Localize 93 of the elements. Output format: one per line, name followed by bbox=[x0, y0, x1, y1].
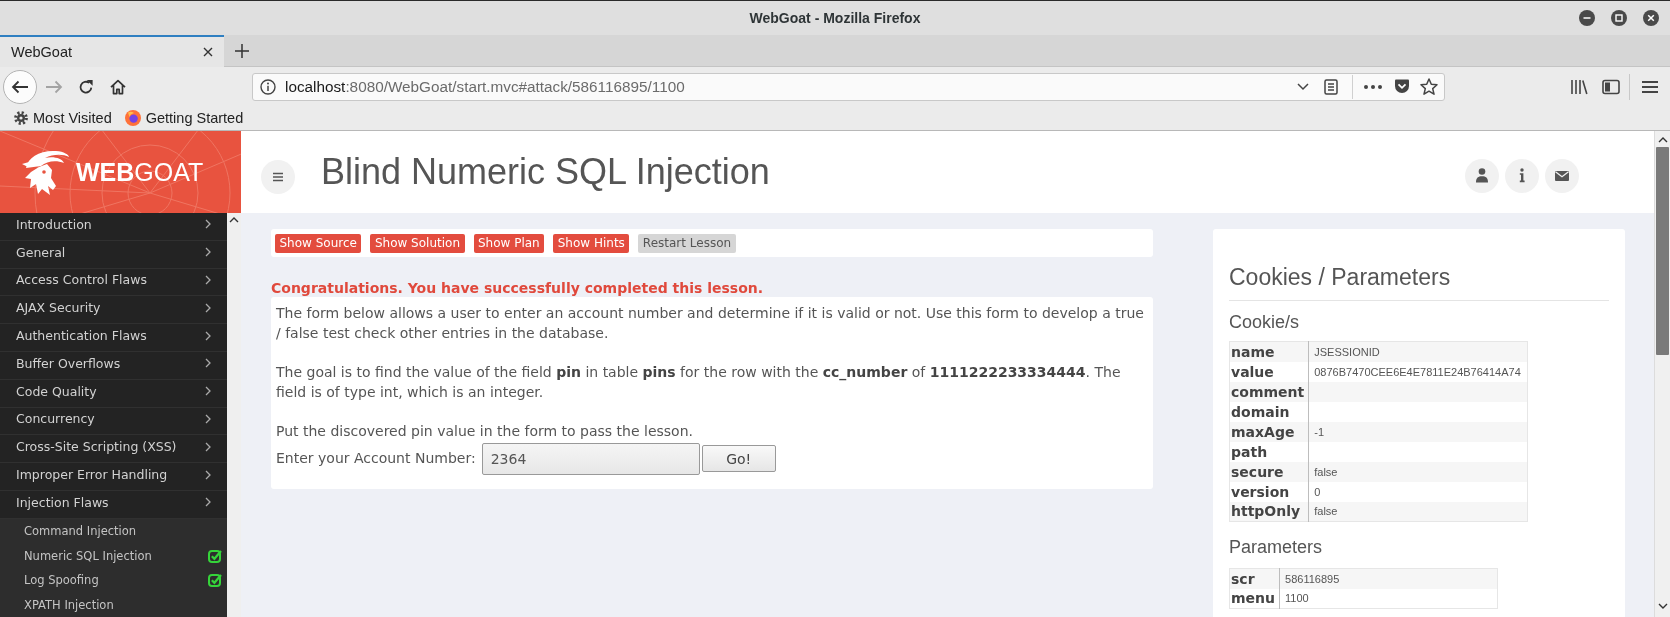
value-cell: 586116895 bbox=[1279, 568, 1498, 589]
reload-icon[interactable] bbox=[78, 78, 94, 95]
account-number-field[interactable]: 2364 bbox=[481, 442, 700, 475]
library-icon[interactable] bbox=[1570, 78, 1588, 95]
key-cell: comment bbox=[1229, 381, 1309, 402]
chevron-right-icon bbox=[205, 441, 211, 452]
key-cell: version bbox=[1229, 481, 1309, 502]
plus-icon[interactable] bbox=[235, 43, 249, 58]
lesson-text: The form below allows a user to enter an account number and determine if it is valid or not. Use this form to develop a true / false test check other entries in the database. bbox=[276, 304, 1145, 343]
user-icon[interactable] bbox=[1465, 159, 1499, 193]
lesson-button[interactable]: Show Plan bbox=[473, 233, 545, 253]
menu-icon[interactable] bbox=[261, 160, 295, 194]
close-icon[interactable] bbox=[203, 46, 213, 57]
menu-item[interactable]: Cross-Site Scripting (XSS) bbox=[0, 435, 227, 464]
dropdown-caret-icon[interactable] bbox=[1297, 82, 1309, 91]
menu-item[interactable]: Authentication Flaws bbox=[0, 324, 227, 352]
key-cell: maxAge bbox=[1229, 421, 1309, 442]
value-cell: 0876B7470CEE6E4E7811E24B76414A74 bbox=[1308, 361, 1528, 382]
lesson-text: The goal is to find the value of the field pin in table pins for the row with the cc_number of 1111222233334444. The field is of type int, which is an integer. bbox=[276, 363, 1122, 402]
key-cell: name bbox=[1229, 341, 1309, 362]
lesson-button[interactable]: Show Solution bbox=[370, 233, 465, 253]
info-icon[interactable] bbox=[260, 78, 276, 95]
page-title: Blind Numeric SQL Injection bbox=[321, 151, 771, 193]
page-scrollbar[interactable] bbox=[1654, 131, 1670, 617]
close-icon[interactable] bbox=[1643, 10, 1659, 26]
back-icon[interactable] bbox=[3, 69, 37, 104]
key-cell: path bbox=[1229, 441, 1309, 462]
maximize-icon[interactable] bbox=[1611, 10, 1627, 26]
goat-head-icon bbox=[20, 148, 70, 196]
key-cell: scr bbox=[1229, 568, 1280, 589]
value-cell: false bbox=[1308, 461, 1528, 482]
bookmark-item[interactable]: Getting Started bbox=[124, 110, 244, 126]
chevron-right-icon bbox=[205, 275, 211, 285]
section-heading: Parameters bbox=[1229, 536, 1324, 558]
value-cell: 0 bbox=[1308, 481, 1528, 502]
address-field[interactable]: localhost:8080/WebGoat/start.mvc#attack/586116895/1100 bbox=[252, 72, 1445, 101]
tab[interactable]: WebGoat bbox=[0, 34, 224, 67]
restart-button[interactable]: Restart Lesson bbox=[638, 233, 736, 253]
field-label: Enter your Account Number: bbox=[276, 448, 476, 468]
scrollbar-thumb[interactable] bbox=[1656, 147, 1669, 355]
reader-view-icon[interactable] bbox=[1324, 78, 1338, 95]
chevron-right-icon bbox=[205, 219, 211, 230]
chevron-right-icon bbox=[205, 330, 211, 341]
chevron-right-icon bbox=[205, 358, 211, 369]
key-cell: domain bbox=[1229, 401, 1309, 422]
menu-item[interactable]: Introduction bbox=[0, 213, 227, 241]
chevron-right-icon bbox=[205, 386, 211, 397]
success-message: Congratulations. You have successfully completed this lesson. bbox=[271, 279, 765, 297]
value-cell: false bbox=[1308, 501, 1528, 522]
minimize-icon[interactable] bbox=[1579, 10, 1595, 26]
value-cell: JSESSIONID bbox=[1308, 341, 1528, 362]
shield-chevron-icon[interactable] bbox=[1394, 79, 1410, 94]
browser-logo-icon bbox=[124, 110, 141, 126]
lesson-text: Put the discovered pin value in the form to pass the lesson. bbox=[276, 422, 694, 441]
home-icon[interactable] bbox=[110, 78, 126, 95]
chevron-right-icon bbox=[205, 247, 211, 258]
menu-item[interactable]: Injection Flaws bbox=[0, 490, 227, 519]
menu-item[interactable]: Improper Error Handling bbox=[0, 463, 227, 491]
value-cell: 1100 bbox=[1279, 588, 1498, 609]
lesson-button[interactable]: Show Hints bbox=[553, 233, 630, 253]
chevron-right-icon bbox=[205, 469, 211, 480]
sidebar-icon[interactable] bbox=[1602, 78, 1620, 95]
lesson-button[interactable]: Show Source bbox=[275, 233, 362, 253]
window-title: WebGoat - Mozilla Firefox bbox=[749, 10, 921, 26]
panel-title: Cookies / Parameters bbox=[1229, 264, 1452, 290]
caret-down-icon[interactable] bbox=[1657, 603, 1668, 609]
mail-icon[interactable] bbox=[1545, 159, 1579, 193]
key-cell: value bbox=[1229, 361, 1309, 382]
go-button[interactable]: Go! bbox=[701, 445, 776, 472]
star-icon[interactable] bbox=[1420, 78, 1438, 95]
menu-item[interactable]: Buffer Overflows bbox=[0, 352, 227, 380]
logo-text: WEBGOAT bbox=[76, 157, 204, 187]
key-cell: menu bbox=[1229, 588, 1280, 609]
chevron-right-icon bbox=[205, 413, 211, 424]
bookmark-item[interactable]: Most Visited bbox=[14, 110, 112, 126]
menu-item[interactable]: AJAX Security bbox=[0, 296, 227, 325]
key-cell: secure bbox=[1229, 461, 1309, 482]
caret-up-icon[interactable] bbox=[229, 217, 239, 223]
menu-item[interactable]: Access Control Flaws bbox=[0, 268, 227, 297]
caret-up-icon[interactable] bbox=[1657, 137, 1668, 143]
menu-item[interactable]: Concurrency bbox=[0, 407, 227, 436]
chevron-right-icon bbox=[205, 497, 211, 508]
menu-item[interactable]: Code Quality bbox=[0, 379, 227, 408]
info-icon[interactable] bbox=[1505, 159, 1539, 193]
chevron-right-icon bbox=[205, 302, 211, 313]
sidebar-scrollbar[interactable] bbox=[227, 213, 241, 617]
key-cell: httpOnly bbox=[1229, 501, 1309, 522]
gear-icon bbox=[14, 111, 28, 125]
menu-icon[interactable] bbox=[1642, 79, 1658, 94]
more-icon[interactable] bbox=[1364, 84, 1382, 89]
value-cell: -1 bbox=[1308, 421, 1528, 442]
menu-item[interactable]: General bbox=[0, 240, 227, 269]
section-heading: Cookie/s bbox=[1229, 311, 1301, 333]
